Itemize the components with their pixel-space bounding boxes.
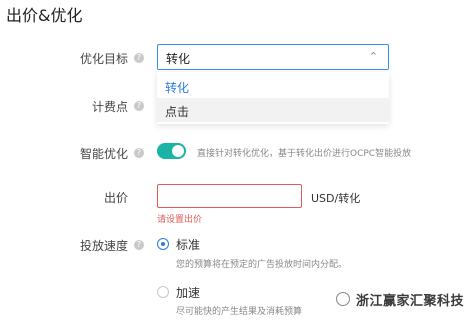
help-icon[interactable]: ? — [134, 53, 144, 63]
bid-label: 出价 — [103, 191, 128, 205]
smart-optimization-hint: 直接针对转化优化，基于转化出价进行OCPC智能投放 — [197, 149, 412, 159]
help-icon[interactable]: ? — [134, 148, 144, 158]
section-title: 出价&优化 — [6, 6, 83, 25]
smart-optimization-toggle[interactable] — [157, 143, 186, 159]
optimization-dropdown: 转化 点击 — [157, 72, 389, 124]
pacing-standard-desc: 您的预算将在预定的广告投放时间内分配。 — [176, 260, 348, 270]
pacing-accelerated-radio[interactable] — [157, 286, 169, 298]
wechat-logo-icon — [336, 292, 350, 306]
pacing-accelerated-desc: 尽可能快的产生结果及消耗预算 — [176, 307, 303, 317]
help-icon[interactable]: ? — [134, 240, 144, 250]
bid-unit: USD/转化 — [311, 192, 361, 205]
optimization-select[interactable]: 转化 ⌃ — [157, 44, 389, 70]
optimization-label: 优化目标 — [79, 52, 128, 66]
pacing-standard-radio[interactable] — [157, 238, 169, 250]
pacing-label: 投放速度 — [79, 239, 128, 253]
smart-optimization-label: 智能优化 — [79, 147, 128, 161]
chevron-up-icon: ⌃ — [368, 50, 378, 63]
pacing-accelerated-label[interactable]: 加速 — [176, 284, 200, 301]
billing-label: 计费点 — [91, 100, 128, 114]
help-icon[interactable]: ? — [134, 101, 144, 111]
dropdown-option-label: 转化 — [165, 81, 190, 95]
optimization-selected-value: 转化 — [166, 52, 191, 66]
dropdown-option-label: 点击 — [165, 105, 190, 119]
toggle-knob — [172, 145, 184, 157]
bid-input[interactable] — [157, 184, 302, 208]
dropdown-option-click[interactable]: 点击 — [157, 98, 389, 122]
dropdown-option-conversion[interactable]: 转化 — [157, 74, 389, 98]
pacing-standard-label[interactable]: 标准 — [176, 236, 200, 253]
watermark: 浙江赢家汇聚科技 — [356, 294, 465, 309]
bid-error-message: 请设置出价 — [157, 215, 203, 225]
